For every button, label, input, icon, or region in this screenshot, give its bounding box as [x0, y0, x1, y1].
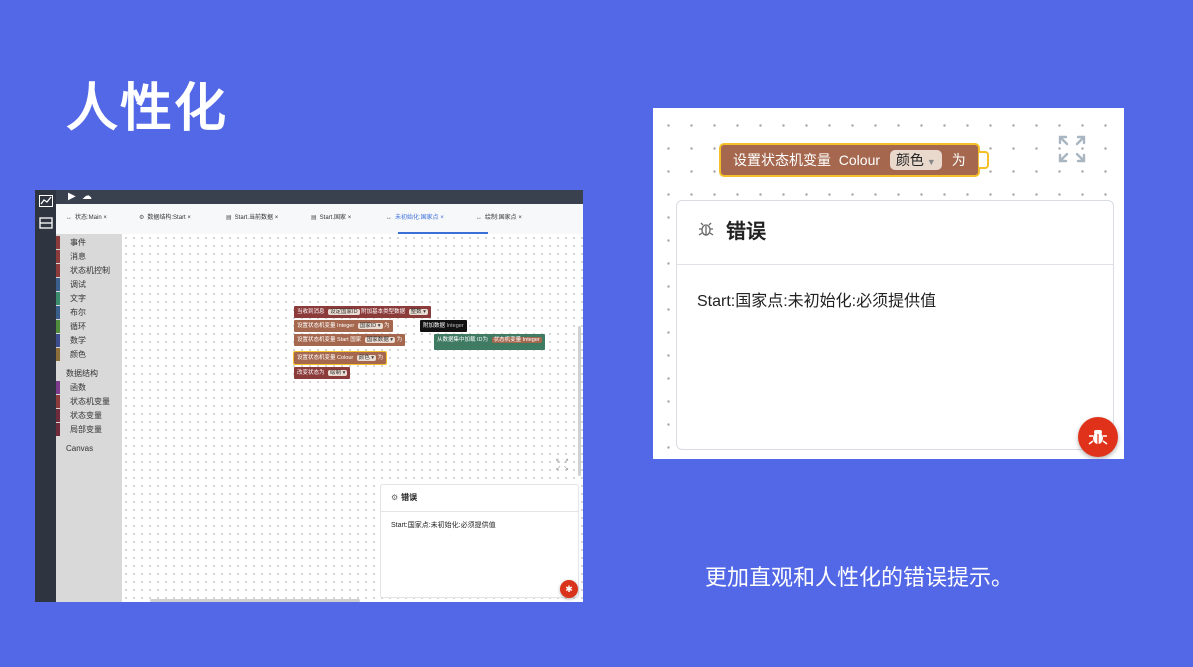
block-set-var-colour-zoom[interactable]: 设置状态机变量 Colour 颜色 ▼ 为 — [719, 143, 980, 177]
palette-item-functions[interactable]: 函数 — [56, 381, 122, 394]
palette-item-state-machine-control[interactable]: 状态机控制 — [56, 264, 122, 277]
tab-close-icon[interactable]: × — [440, 215, 444, 221]
block-dropdown[interactable]: 颜色 ▾ — [356, 355, 377, 361]
tab-close-icon[interactable]: × — [348, 215, 352, 221]
block-load-from-dataset[interactable]: 从数据集中加载 ID为 状态机变量 Integer — [434, 334, 545, 350]
error-title: 错误 — [726, 221, 767, 243]
chart-icon[interactable] — [38, 195, 53, 209]
palette-item-local-vars[interactable]: 局部变量 — [56, 423, 122, 436]
palette-item-debug[interactable]: 调试 — [56, 278, 122, 291]
block-change-state[interactable]: 改变状态为 绘制 ▾ — [294, 367, 351, 379]
bug-icon[interactable] — [1078, 417, 1118, 457]
palette-group-canvas[interactable]: Canvas — [66, 444, 93, 453]
tab-data-structure-start[interactable]: ⚙ 数据结构:Start × — [139, 212, 191, 221]
expand-icon[interactable] — [1057, 134, 1087, 168]
error-message: Start:国家点:未初始化:必须提供值 — [391, 522, 496, 529]
block-dropdown[interactable]: 国家ID ▾ — [357, 323, 383, 329]
error-title: 错误 — [401, 493, 418, 502]
palette-item-text[interactable]: 文字 — [56, 292, 122, 305]
tab-state-main[interactable]: ↔ 状态:Main × — [66, 212, 107, 221]
palette-item-math[interactable]: 数学 — [56, 334, 122, 347]
palette-group-data-structure[interactable]: 数据结构 — [66, 368, 98, 379]
tab-close-icon[interactable]: × — [187, 215, 191, 221]
block-palette: 事件 消息 状态机控制 调试 文字 布尔 循环 数学 颜色 数据结构 函数 状态… — [56, 234, 122, 602]
error-panel: ⚙ 错误 Start:国家点:未初始化:必须提供值 — [380, 484, 579, 598]
tab-start-country[interactable]: ▤ Start.国家 × — [311, 212, 351, 221]
slide-title: 人性化 — [66, 79, 229, 139]
top-toolbar: ▶ ☁ — [56, 190, 583, 204]
palette-item-events[interactable]: 事件 — [56, 236, 122, 249]
block-tooltip: 附加数据 Integer — [420, 320, 467, 332]
chevron-down-icon: ▼ — [926, 157, 936, 167]
tab-close-icon[interactable]: × — [103, 215, 107, 221]
block-dropdown[interactable]: 绘制 ▾ — [328, 370, 348, 376]
palette-item-boolean[interactable]: 布尔 — [56, 306, 122, 319]
error-message: Start:国家点:未初始化:必须提供值 — [697, 293, 937, 310]
block-set-var-integer[interactable]: 设置状态机变量 Integer 国家ID ▾ 为 — [294, 320, 393, 332]
block-set-var-country[interactable]: 设置状态机变量 Start 国家 国家数据 ▾ 为 — [294, 334, 406, 346]
bug-outline-icon — [697, 222, 720, 242]
block-dropdown[interactable]: 国家数据 ▾ — [364, 337, 396, 343]
tab-bar: ↔ 状态:Main × ⚙ 数据结构:Start × ▤ Start.当前数据 × ▤… — [56, 204, 583, 235]
block-dropdown[interactable]: 整数 ▾ — [408, 309, 428, 315]
palette-item-messages[interactable]: 消息 — [56, 250, 122, 263]
tab-uninitialized-country-point[interactable]: ↔ 未初始化:国家点 × — [386, 212, 444, 221]
left-rail — [35, 190, 56, 602]
block-set-var-colour[interactable]: 设置状态机变量 Colour 颜色 ▾ 为 — [292, 351, 388, 365]
expand-icon[interactable]: ↖ ↗ ↙ ↘ — [555, 458, 569, 472]
palette-item-colour[interactable]: 颜色 — [56, 348, 122, 361]
tab-start-current-data[interactable]: ▤ Start.当前数据 × — [226, 212, 278, 221]
vertical-scrollbar[interactable] — [578, 326, 581, 476]
block-input-notch — [979, 151, 989, 169]
block-inner-var: 状态机变量 Integer — [491, 337, 542, 343]
inbox-icon[interactable] — [38, 217, 53, 231]
palette-item-loop[interactable]: 循环 — [56, 320, 122, 333]
error-panel-zoom: 错误 Start:国家点:未初始化:必须提供值 — [676, 200, 1114, 450]
zoomed-error-screenshot: 设置状态机变量 Colour 颜色 ▼ 为 错误 Start:国家点:未初始化:必… — [653, 108, 1124, 459]
play-icon[interactable]: ▶ — [68, 191, 76, 203]
palette-item-state-vars[interactable]: 状态变量 — [56, 409, 122, 422]
tab-close-icon[interactable]: × — [518, 215, 522, 221]
tab-draw-country-point[interactable]: ↔ 绘制:国家点 × — [476, 212, 522, 221]
block-field[interactable]: 设定国家ID — [328, 309, 360, 315]
tab-close-icon[interactable]: × — [275, 215, 279, 221]
horizontal-scrollbar[interactable] — [150, 599, 360, 602]
cloud-icon[interactable]: ☁ — [82, 191, 92, 203]
palette-item-state-machine-vars[interactable]: 状态机变量 — [56, 395, 122, 408]
bug-icon[interactable]: ✱ — [560, 580, 578, 598]
editor-screenshot: ▶ ☁ ↔ 状态:Main × ⚙ 数据结构:Start × ▤ Start.当前数据… — [35, 190, 583, 602]
bug-outline-icon: ⚙ — [391, 493, 399, 502]
block-on-message[interactable]: 当收到消息 设定国家ID 附加基本类型数据 整数 ▾ — [294, 306, 431, 318]
colour-dropdown[interactable]: 颜色 ▼ — [889, 150, 942, 170]
slide-caption: 更加直观和人性化的错误提示。 — [705, 566, 1014, 591]
